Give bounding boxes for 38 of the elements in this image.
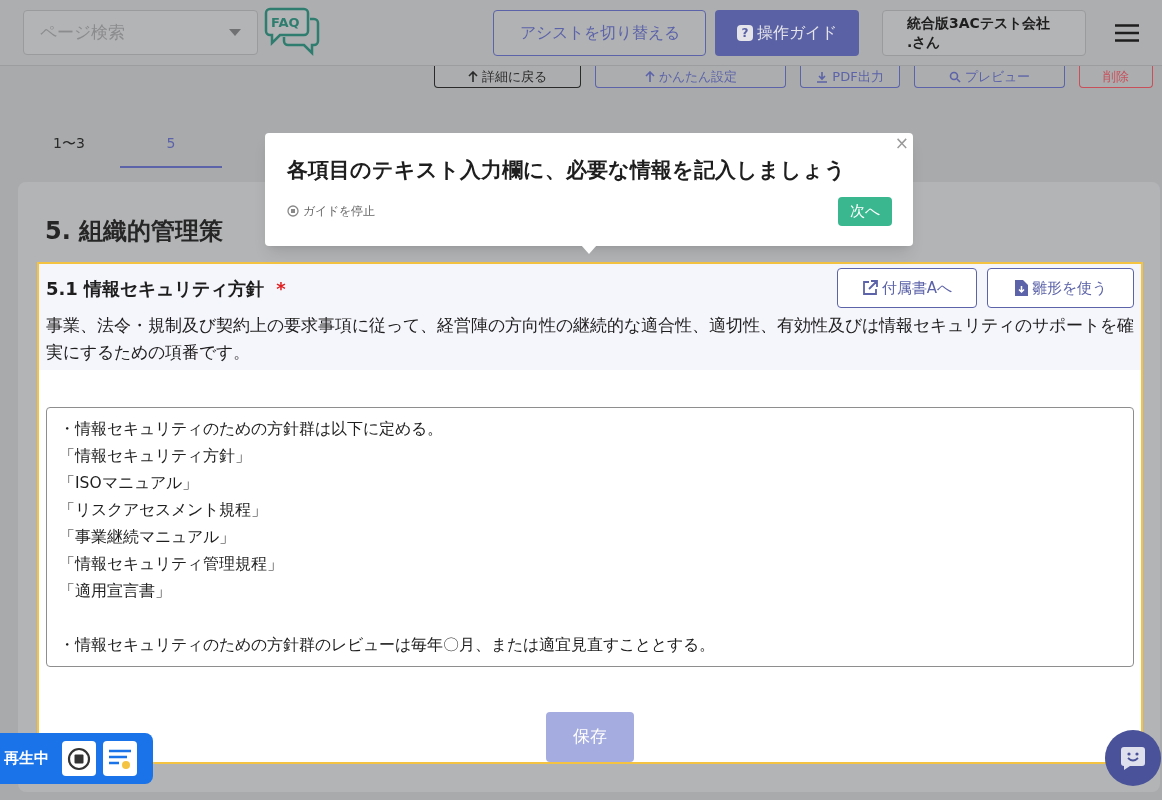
caret-icon [229, 29, 241, 36]
guide-message: 各項目のテキスト入力欄に、必要な情報を記入しましょう [287, 157, 846, 184]
tab[interactable]: 1〜3 [18, 120, 120, 168]
file-icon [1014, 280, 1028, 296]
back-to-detail-button[interactable]: 詳細に戻る [434, 66, 581, 88]
stop-guide-button[interactable]: ガイドを停止 [287, 202, 375, 220]
save-button[interactable]: 保存 [546, 712, 634, 762]
assist-toggle-button[interactable]: アシストを切り替える [493, 9, 706, 56]
delete-button[interactable]: 削除 [1079, 66, 1153, 88]
next-button[interactable]: 次へ [838, 197, 892, 226]
required-mark: * [276, 276, 286, 301]
menu-icon[interactable] [1115, 23, 1139, 42]
stop-button[interactable] [62, 741, 96, 776]
arrow-up-icon [644, 70, 655, 83]
item-title: 5.1 情報セキュリティ方針 [46, 276, 265, 301]
section-heading: 5. 組織的管理策 [44, 216, 225, 247]
search-icon [949, 70, 961, 83]
stop-icon [287, 205, 299, 217]
help-icon: ? [737, 24, 753, 41]
easy-setup-button[interactable]: かんたん設定 [595, 66, 786, 88]
user-name-box[interactable]: 統合版3ACテスト会社 .さん [882, 9, 1086, 56]
text-list-button[interactable] [103, 741, 137, 776]
item-description: 事業、法令・規制及び契約上の要求事項に従って、経営陣の方向性の継続的な適合性、適切性、有効性及びは情報セキュリティのサポートを確実にするための項番です。 [46, 315, 1134, 364]
arrow-up-icon [468, 70, 478, 83]
stop-icon [67, 746, 91, 771]
external-link-icon [861, 280, 878, 296]
preview-button[interactable]: プレビュー [914, 66, 1065, 88]
operation-guide-button[interactable]: ? 操作ガイド [715, 9, 859, 56]
annex-a-link-button[interactable]: 付属書Aへ [837, 268, 977, 308]
playback-status: 再生中 [4, 748, 49, 770]
use-template-button[interactable]: 雛形を使う [987, 268, 1134, 308]
close-button[interactable]: × [894, 133, 909, 153]
list-icon [108, 747, 132, 770]
pdf-export-button[interactable]: PDF出力 [800, 66, 900, 88]
chat-smiley-icon [1120, 745, 1146, 771]
download-icon [816, 70, 829, 83]
policy-text-area[interactable]: ・情報セキュリティのための方針群は以下に定める。 「情報セキュリティ方針」 「ISOマニュアル」 「リスクアセスメント規程」 「事業継続マニュアル」 「情報セキュリティ管理規程」 「適用宣言書」 ・情報セキュリティのための方針群のレビューは毎年〇月、または適宜見直すこととする。 [46, 407, 1134, 667]
tab[interactable]: 5 [120, 120, 222, 168]
